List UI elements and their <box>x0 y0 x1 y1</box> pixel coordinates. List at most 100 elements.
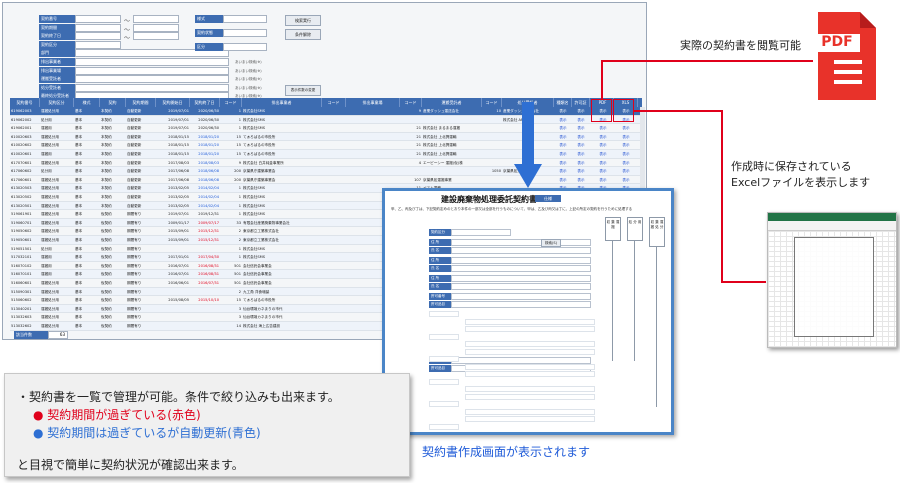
column-header[interactable]: コード <box>322 98 346 107</box>
xls-view-link[interactable]: 表示 <box>615 141 637 150</box>
form-field-input[interactable] <box>451 239 591 246</box>
clear-button[interactable]: 条件解除 <box>285 29 321 40</box>
filter-input[interactable] <box>75 75 229 84</box>
column-header[interactable]: コード <box>220 98 242 107</box>
view-link[interactable]: 表示 <box>573 133 589 142</box>
column-header[interactable]: 排出事業場 <box>346 98 400 107</box>
form-detail-row[interactable] <box>429 401 459 407</box>
form-detail-row[interactable] <box>465 341 595 347</box>
form-detail-row[interactable] <box>429 423 459 430</box>
table-row[interactable]: 617070601 運搬処分用 基本 本契約 自動更新 2017/08/03 2018/08… <box>10 159 642 168</box>
column-header[interactable]: 契約番号 <box>10 98 40 107</box>
form-detail-row[interactable] <box>465 386 595 392</box>
table-row[interactable]: 617060602 処分用 基本 本契約 自動更新 2017/06/08 2018/06/0… <box>10 167 642 176</box>
filter-input[interactable] <box>75 15 121 23</box>
column-header[interactable]: 契約開始日 <box>156 98 190 107</box>
view-link[interactable]: 表示 <box>573 107 589 116</box>
form-detail-row[interactable] <box>429 378 459 385</box>
filter-select[interactable] <box>223 15 267 23</box>
view-link[interactable]: 表示 <box>555 124 571 133</box>
form-detail-row[interactable] <box>465 318 595 325</box>
page-size-button[interactable]: 表示件数の変更 <box>285 85 321 96</box>
filter-input[interactable] <box>75 23 121 32</box>
filter-input[interactable] <box>75 58 229 66</box>
view-link[interactable]: 表示 <box>573 159 589 168</box>
form-detail-row[interactable] <box>465 371 595 377</box>
table-row[interactable]: 617060601 運搬処分用 基本 本契約 自動更新 2017/06/08 2018/06… <box>10 176 642 185</box>
form-field-input[interactable] <box>451 247 591 254</box>
pdf-view-link[interactable]: 表示 <box>593 141 613 150</box>
form-detail-row[interactable] <box>429 333 459 340</box>
xls-view-link[interactable]: 表示 <box>615 176 637 185</box>
column-header[interactable]: 様式 <box>74 98 100 107</box>
xls-view-link[interactable]: 表示 <box>615 150 637 159</box>
filter-input[interactable] <box>75 32 121 41</box>
column-header[interactable]: 運搬受託者 <box>422 98 482 107</box>
filter-input-to[interactable] <box>133 15 179 23</box>
form-detail-row[interactable] <box>429 311 459 317</box>
form-side-box[interactable]: 処 分 用 <box>627 217 643 241</box>
column-header[interactable]: コード <box>400 98 422 107</box>
view-link[interactable]: 表示 <box>573 124 589 133</box>
filter-select[interactable] <box>223 29 267 37</box>
form-side-box[interactable]: 収 集 運 搬 <box>605 217 621 241</box>
view-link[interactable]: 表示 <box>555 159 571 168</box>
view-link[interactable]: 表示 <box>573 176 589 185</box>
form-field-input[interactable] <box>451 257 591 264</box>
filter-input-to[interactable] <box>133 32 179 41</box>
column-header[interactable]: 契約区分 <box>40 98 74 107</box>
form-detail-row[interactable] <box>465 393 595 400</box>
column-header[interactable]: 契約終了日 <box>190 98 220 107</box>
search-button[interactable]: 検索実行 <box>285 15 321 26</box>
pdf-view-link[interactable]: 表示 <box>593 133 613 142</box>
column-header[interactable]: 許可証 <box>572 98 590 107</box>
view-link[interactable]: 表示 <box>573 167 589 176</box>
xls-view-link[interactable]: 表示 <box>615 124 637 133</box>
column-header[interactable]: 契約 <box>100 98 126 107</box>
column-header[interactable]: コード <box>482 98 502 107</box>
view-link[interactable]: 表示 <box>573 116 589 125</box>
view-link[interactable]: 表示 <box>555 176 571 185</box>
column-header[interactable]: 契約期間 <box>126 98 156 107</box>
form-search-button[interactable]: 検索(S) <box>541 239 561 247</box>
table-row[interactable]: 619062001 運搬用 基本 本契約 自動更新 2019/07/01 2020/06/3… <box>10 124 642 133</box>
form-field-input[interactable] <box>451 283 591 290</box>
filter-input[interactable] <box>75 66 229 75</box>
pdf-view-link[interactable]: 表示 <box>593 124 613 133</box>
form-detail-row[interactable] <box>465 416 595 422</box>
view-link[interactable]: 表示 <box>555 107 571 116</box>
form-field-input[interactable] <box>451 229 511 236</box>
filter-select[interactable] <box>223 43 267 51</box>
filter-input[interactable] <box>75 40 121 49</box>
table-row[interactable]: 619062003 運搬処分用 基本 本契約 自動更新 2019/07/01 2020/06… <box>10 107 642 116</box>
filter-input-to[interactable] <box>133 23 179 32</box>
view-link[interactable]: 表示 <box>555 116 571 125</box>
form-detail-row[interactable] <box>429 356 459 362</box>
xls-view-link[interactable]: 表示 <box>615 167 637 176</box>
table-row[interactable]: 610020602 運搬処分用 基本 本契約 自動更新 2018/01/15 2018/01… <box>10 141 642 150</box>
form-detail-row[interactable] <box>465 348 595 355</box>
filter-input[interactable] <box>75 83 229 92</box>
xls-view-link[interactable]: 表示 <box>615 159 637 168</box>
form-detail-row[interactable] <box>465 363 595 370</box>
table-row[interactable]: 610020603 運搬処分用 基本 本契約 自動更新 2018/01/15 2018/01… <box>10 132 642 142</box>
pdf-view-link[interactable]: 表示 <box>593 159 613 168</box>
view-link[interactable]: 表示 <box>555 167 571 176</box>
form-field-input[interactable] <box>451 265 591 272</box>
pdf-view-link[interactable]: 表示 <box>593 176 613 185</box>
view-link[interactable]: 表示 <box>555 150 571 159</box>
table-row[interactable]: 619062002 処分用 基本 本契約 自動更新 2019/07/01 2020/06/3… <box>10 115 642 125</box>
view-link[interactable]: 表示 <box>573 141 589 150</box>
form-detail-row[interactable] <box>465 408 595 415</box>
form-detail-row[interactable] <box>465 326 595 332</box>
form-side-box[interactable]: 収 集 運 搬 処 分 <box>649 217 665 247</box>
pdf-view-link[interactable]: 表示 <box>593 150 613 159</box>
column-header[interactable]: 種類名 <box>554 98 572 107</box>
view-link[interactable]: 表示 <box>573 150 589 159</box>
table-row[interactable]: 610020601 運搬用 基本 本契約 自動更新 2018/01/15 2018/01/2… <box>10 150 642 159</box>
xls-view-link[interactable]: 表示 <box>615 133 637 142</box>
view-link[interactable]: 表示 <box>555 141 571 150</box>
pdf-view-link[interactable]: 表示 <box>593 167 613 176</box>
view-link[interactable]: 表示 <box>555 133 571 142</box>
form-field-input[interactable] <box>451 275 591 282</box>
